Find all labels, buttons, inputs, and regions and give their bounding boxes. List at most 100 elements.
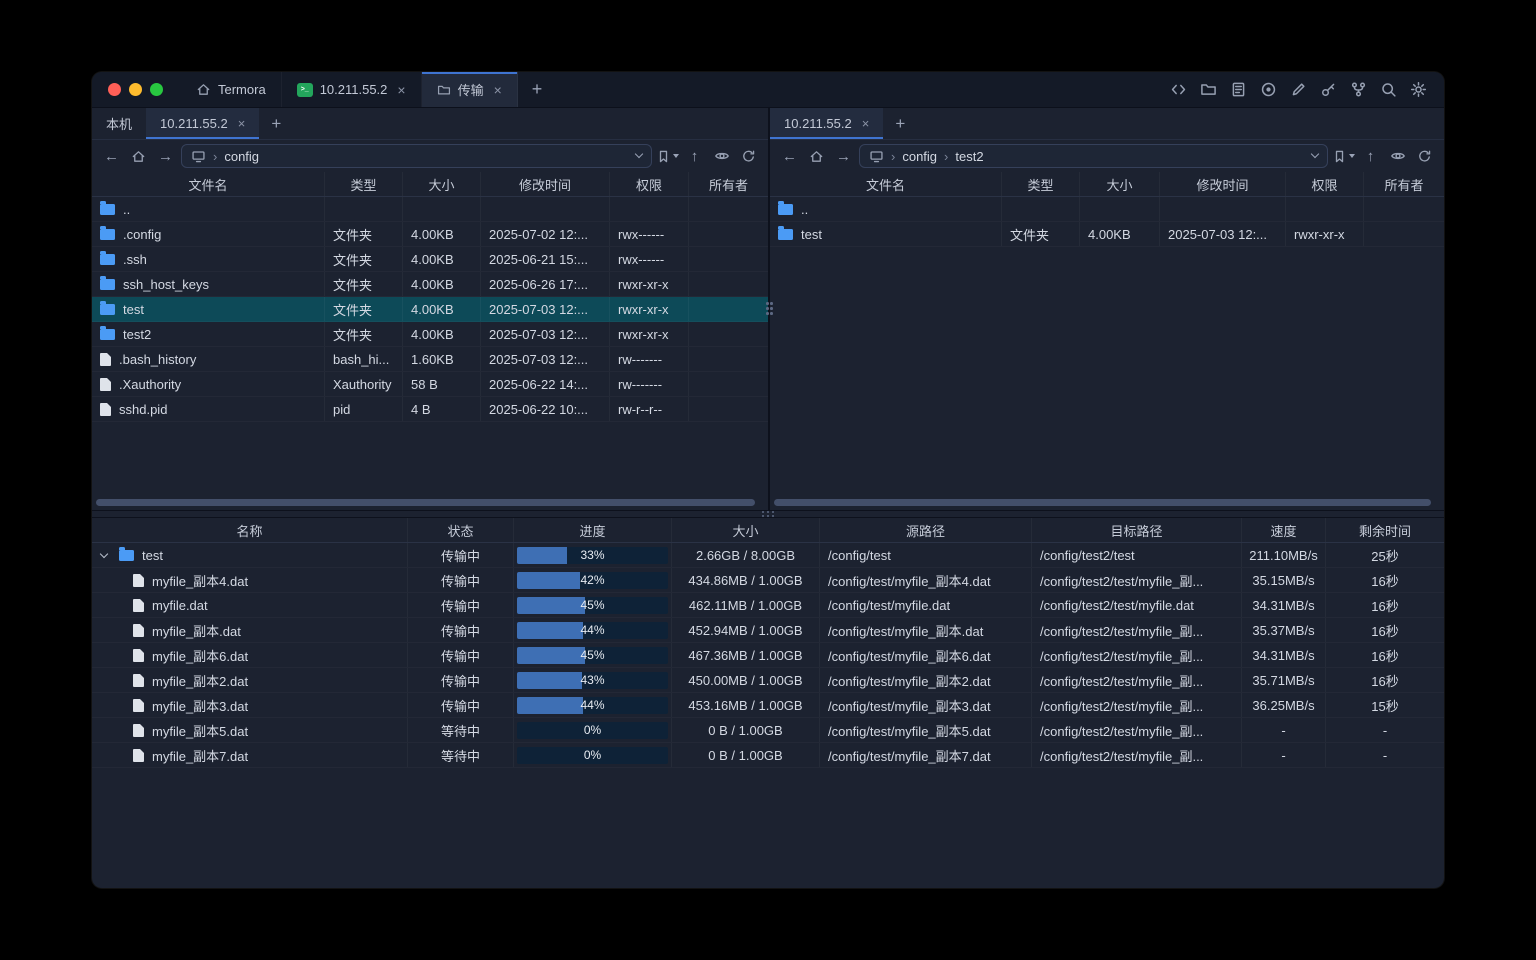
- refresh-icon[interactable]: [1413, 144, 1436, 168]
- file-row[interactable]: .Xauthority Xauthority 58 B 2025-06-22 1…: [92, 372, 768, 397]
- column-header-permissions[interactable]: 权限: [1286, 172, 1364, 196]
- file-row[interactable]: .config 文件夹 4.00KB 2025-07-02 12:... rwx…: [92, 222, 768, 247]
- splitter-grip[interactable]: [766, 302, 769, 305]
- upload-icon[interactable]: ↑: [1359, 144, 1382, 168]
- new-panel-tab-button[interactable]: +: [259, 108, 293, 139]
- transfer-row[interactable]: myfile_副本3.dat 传输中 44% 453.16MB / 1.00GB…: [92, 693, 1444, 718]
- home-icon[interactable]: [127, 144, 150, 168]
- left-breadcrumb[interactable]: › config: [181, 144, 652, 168]
- transfer-row[interactable]: myfile_副本2.dat 传输中 43% 450.00MB / 1.00GB…: [92, 668, 1444, 693]
- close-tab-icon[interactable]: ×: [238, 117, 246, 130]
- tab-local[interactable]: 本机: [92, 108, 146, 139]
- file-row[interactable]: ssh_host_keys 文件夹 4.00KB 2025-06-26 17:.…: [92, 272, 768, 297]
- scrollbar-thumb[interactable]: [96, 499, 755, 506]
- column-header-target[interactable]: 目标路径: [1032, 518, 1242, 542]
- tab-remote-session[interactable]: 10.211.55.2 ×: [770, 108, 883, 139]
- column-header-modified[interactable]: 修改时间: [481, 172, 610, 196]
- back-icon[interactable]: ←: [100, 144, 123, 168]
- column-header-progress[interactable]: 进度: [514, 518, 672, 542]
- show-hidden-eye-icon[interactable]: [1386, 144, 1409, 168]
- tab-home[interactable]: Termora: [181, 72, 282, 107]
- column-header-type[interactable]: 类型: [1002, 172, 1080, 196]
- upload-icon[interactable]: ↑: [683, 144, 706, 168]
- transfer-row[interactable]: myfile_副本6.dat 传输中 45% 467.36MB / 1.00GB…: [92, 643, 1444, 668]
- key-icon[interactable]: [1318, 80, 1338, 100]
- panel-splitter[interactable]: [768, 108, 770, 510]
- transfer-header-row: 名称 状态 进度 大小 源路径 目标路径 速度 剩余时间: [92, 518, 1444, 543]
- breadcrumb-segment[interactable]: config: [902, 149, 937, 164]
- transfer-row[interactable]: myfile_副本4.dat 传输中 42% 434.86MB / 1.00GB…: [92, 568, 1444, 593]
- cell-progress: 33%: [514, 543, 672, 567]
- right-breadcrumb[interactable]: › config › test2: [859, 144, 1328, 168]
- breadcrumb-segment[interactable]: test2: [955, 149, 983, 164]
- minimize-window-button[interactable]: [129, 83, 142, 96]
- close-tab-icon[interactable]: ×: [494, 83, 502, 97]
- chevron-down-icon[interactable]: [1311, 150, 1319, 158]
- file-row[interactable]: test2 文件夹 4.00KB 2025-07-03 12:... rwxr-…: [92, 322, 768, 347]
- table-header-row: 文件名 类型 大小 修改时间 权限 所有者: [770, 172, 1444, 197]
- transfer-row[interactable]: myfile_副本7.dat 等待中 0% 0 B / 1.00GB /conf…: [92, 743, 1444, 768]
- column-header-status[interactable]: 状态: [408, 518, 514, 542]
- column-header-size[interactable]: 大小: [672, 518, 820, 542]
- file-row-selected[interactable]: test 文件夹 4.00KB 2025-07-03 12:... rwxr-x…: [92, 297, 768, 322]
- chevron-down-icon[interactable]: [635, 150, 643, 158]
- transfer-row[interactable]: myfile_副本5.dat 等待中 0% 0 B / 1.00GB /conf…: [92, 718, 1444, 743]
- column-header-modified[interactable]: 修改时间: [1160, 172, 1286, 196]
- fork-icon[interactable]: [1348, 80, 1368, 100]
- scrollbar-thumb[interactable]: [774, 499, 1431, 506]
- log-icon[interactable]: [1228, 80, 1248, 100]
- search-icon[interactable]: [1378, 80, 1398, 100]
- file-row[interactable]: test 文件夹 4.00KB 2025-07-03 12:... rwxr-x…: [770, 222, 1444, 247]
- forward-icon[interactable]: →: [154, 144, 177, 168]
- home-icon[interactable]: [805, 144, 828, 168]
- new-panel-tab-button[interactable]: +: [883, 108, 917, 139]
- splitter-grip[interactable]: [762, 511, 765, 514]
- cell-size: 4.00KB: [403, 322, 481, 346]
- settings-gear-icon[interactable]: [1408, 80, 1428, 100]
- column-header-owner[interactable]: 所有者: [1364, 172, 1444, 196]
- code-icon[interactable]: [1168, 80, 1188, 100]
- column-header-source[interactable]: 源路径: [820, 518, 1032, 542]
- close-window-button[interactable]: [108, 83, 121, 96]
- file-row[interactable]: sshd.pid pid 4 B 2025-06-22 10:... rw-r-…: [92, 397, 768, 422]
- tab-remote-session[interactable]: 10.211.55.2 ×: [146, 108, 259, 139]
- file-row[interactable]: ..: [770, 197, 1444, 222]
- horizontal-scrollbar[interactable]: [96, 499, 762, 506]
- edit-icon[interactable]: [1288, 80, 1308, 100]
- transfer-row[interactable]: myfile.dat 传输中 45% 462.11MB / 1.00GB /co…: [92, 593, 1444, 618]
- transfer-row[interactable]: test 传输中 33% 2.66GB / 8.00GB /config/tes…: [92, 543, 1444, 568]
- bookmark-icon[interactable]: [1332, 144, 1355, 168]
- folder-icon[interactable]: [1198, 80, 1218, 100]
- bookmark-icon[interactable]: [656, 144, 679, 168]
- column-header-filename[interactable]: 文件名: [92, 172, 325, 196]
- column-header-eta[interactable]: 剩余时间: [1326, 518, 1444, 542]
- column-header-size[interactable]: 大小: [403, 172, 481, 196]
- file-row[interactable]: .ssh 文件夹 4.00KB 2025-06-21 15:... rwx---…: [92, 247, 768, 272]
- zoom-window-button[interactable]: [150, 83, 163, 96]
- column-header-type[interactable]: 类型: [325, 172, 403, 196]
- file-row[interactable]: ..: [92, 197, 768, 222]
- transfer-splitter[interactable]: [92, 510, 1444, 518]
- column-header-filename[interactable]: 文件名: [770, 172, 1002, 196]
- breadcrumb-segment[interactable]: config: [224, 149, 259, 164]
- tab-transfer[interactable]: 传输 ×: [422, 72, 518, 107]
- column-header-name[interactable]: 名称: [92, 518, 408, 542]
- transfer-row[interactable]: myfile_副本.dat 传输中 44% 452.94MB / 1.00GB …: [92, 618, 1444, 643]
- column-header-size[interactable]: 大小: [1080, 172, 1160, 196]
- refresh-icon[interactable]: [737, 144, 760, 168]
- collapse-chevron-icon[interactable]: [100, 549, 108, 557]
- record-icon[interactable]: [1258, 80, 1278, 100]
- close-tab-icon[interactable]: ×: [397, 83, 405, 97]
- forward-icon[interactable]: →: [832, 144, 855, 168]
- show-hidden-eye-icon[interactable]: [710, 144, 733, 168]
- column-header-speed[interactable]: 速度: [1242, 518, 1326, 542]
- close-tab-icon[interactable]: ×: [862, 117, 870, 130]
- new-tab-button[interactable]: +: [518, 72, 557, 107]
- column-header-owner[interactable]: 所有者: [689, 172, 768, 196]
- tab-session[interactable]: >_ 10.211.55.2 ×: [282, 72, 422, 107]
- cell-size: 452.94MB / 1.00GB: [672, 618, 820, 642]
- file-row[interactable]: .bash_history bash_hi... 1.60KB 2025-07-…: [92, 347, 768, 372]
- back-icon[interactable]: ←: [778, 144, 801, 168]
- horizontal-scrollbar[interactable]: [774, 499, 1438, 506]
- column-header-permissions[interactable]: 权限: [610, 172, 689, 196]
